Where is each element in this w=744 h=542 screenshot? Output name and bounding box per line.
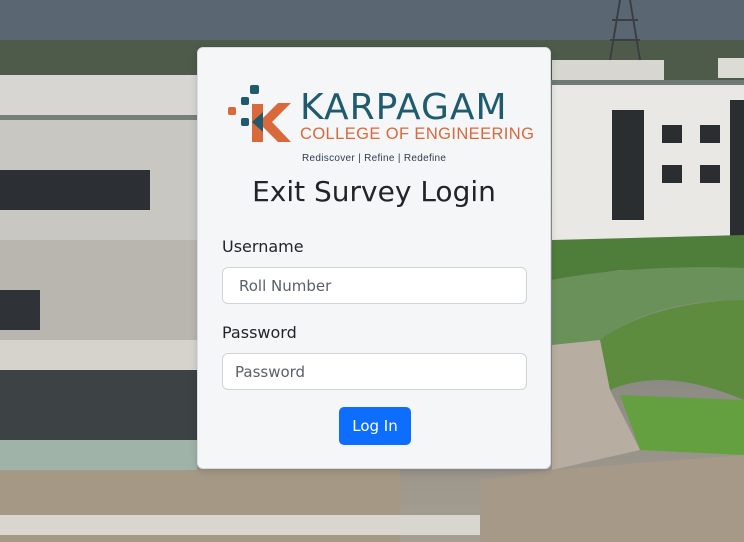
brand-subtitle: COLLEGE OF ENGINEERING [300, 125, 535, 143]
karpagam-k-logo-icon [228, 85, 291, 142]
username-input[interactable] [222, 267, 527, 304]
password-input[interactable] [222, 353, 527, 390]
brand-tagline: Rediscover | Refine | Redefine [302, 153, 447, 164]
login-card: KARPAGAM COLLEGE OF ENGINEERING Rediscov… [197, 47, 551, 469]
college-logo: KARPAGAM COLLEGE OF ENGINEERING Rediscov… [228, 84, 534, 168]
page-title: Exit Survey Login [252, 175, 496, 208]
login-button[interactable]: Log In [339, 407, 411, 445]
brand-name: KARPAGAM [300, 87, 508, 128]
password-label: Password [222, 323, 297, 342]
username-label: Username [222, 237, 304, 256]
